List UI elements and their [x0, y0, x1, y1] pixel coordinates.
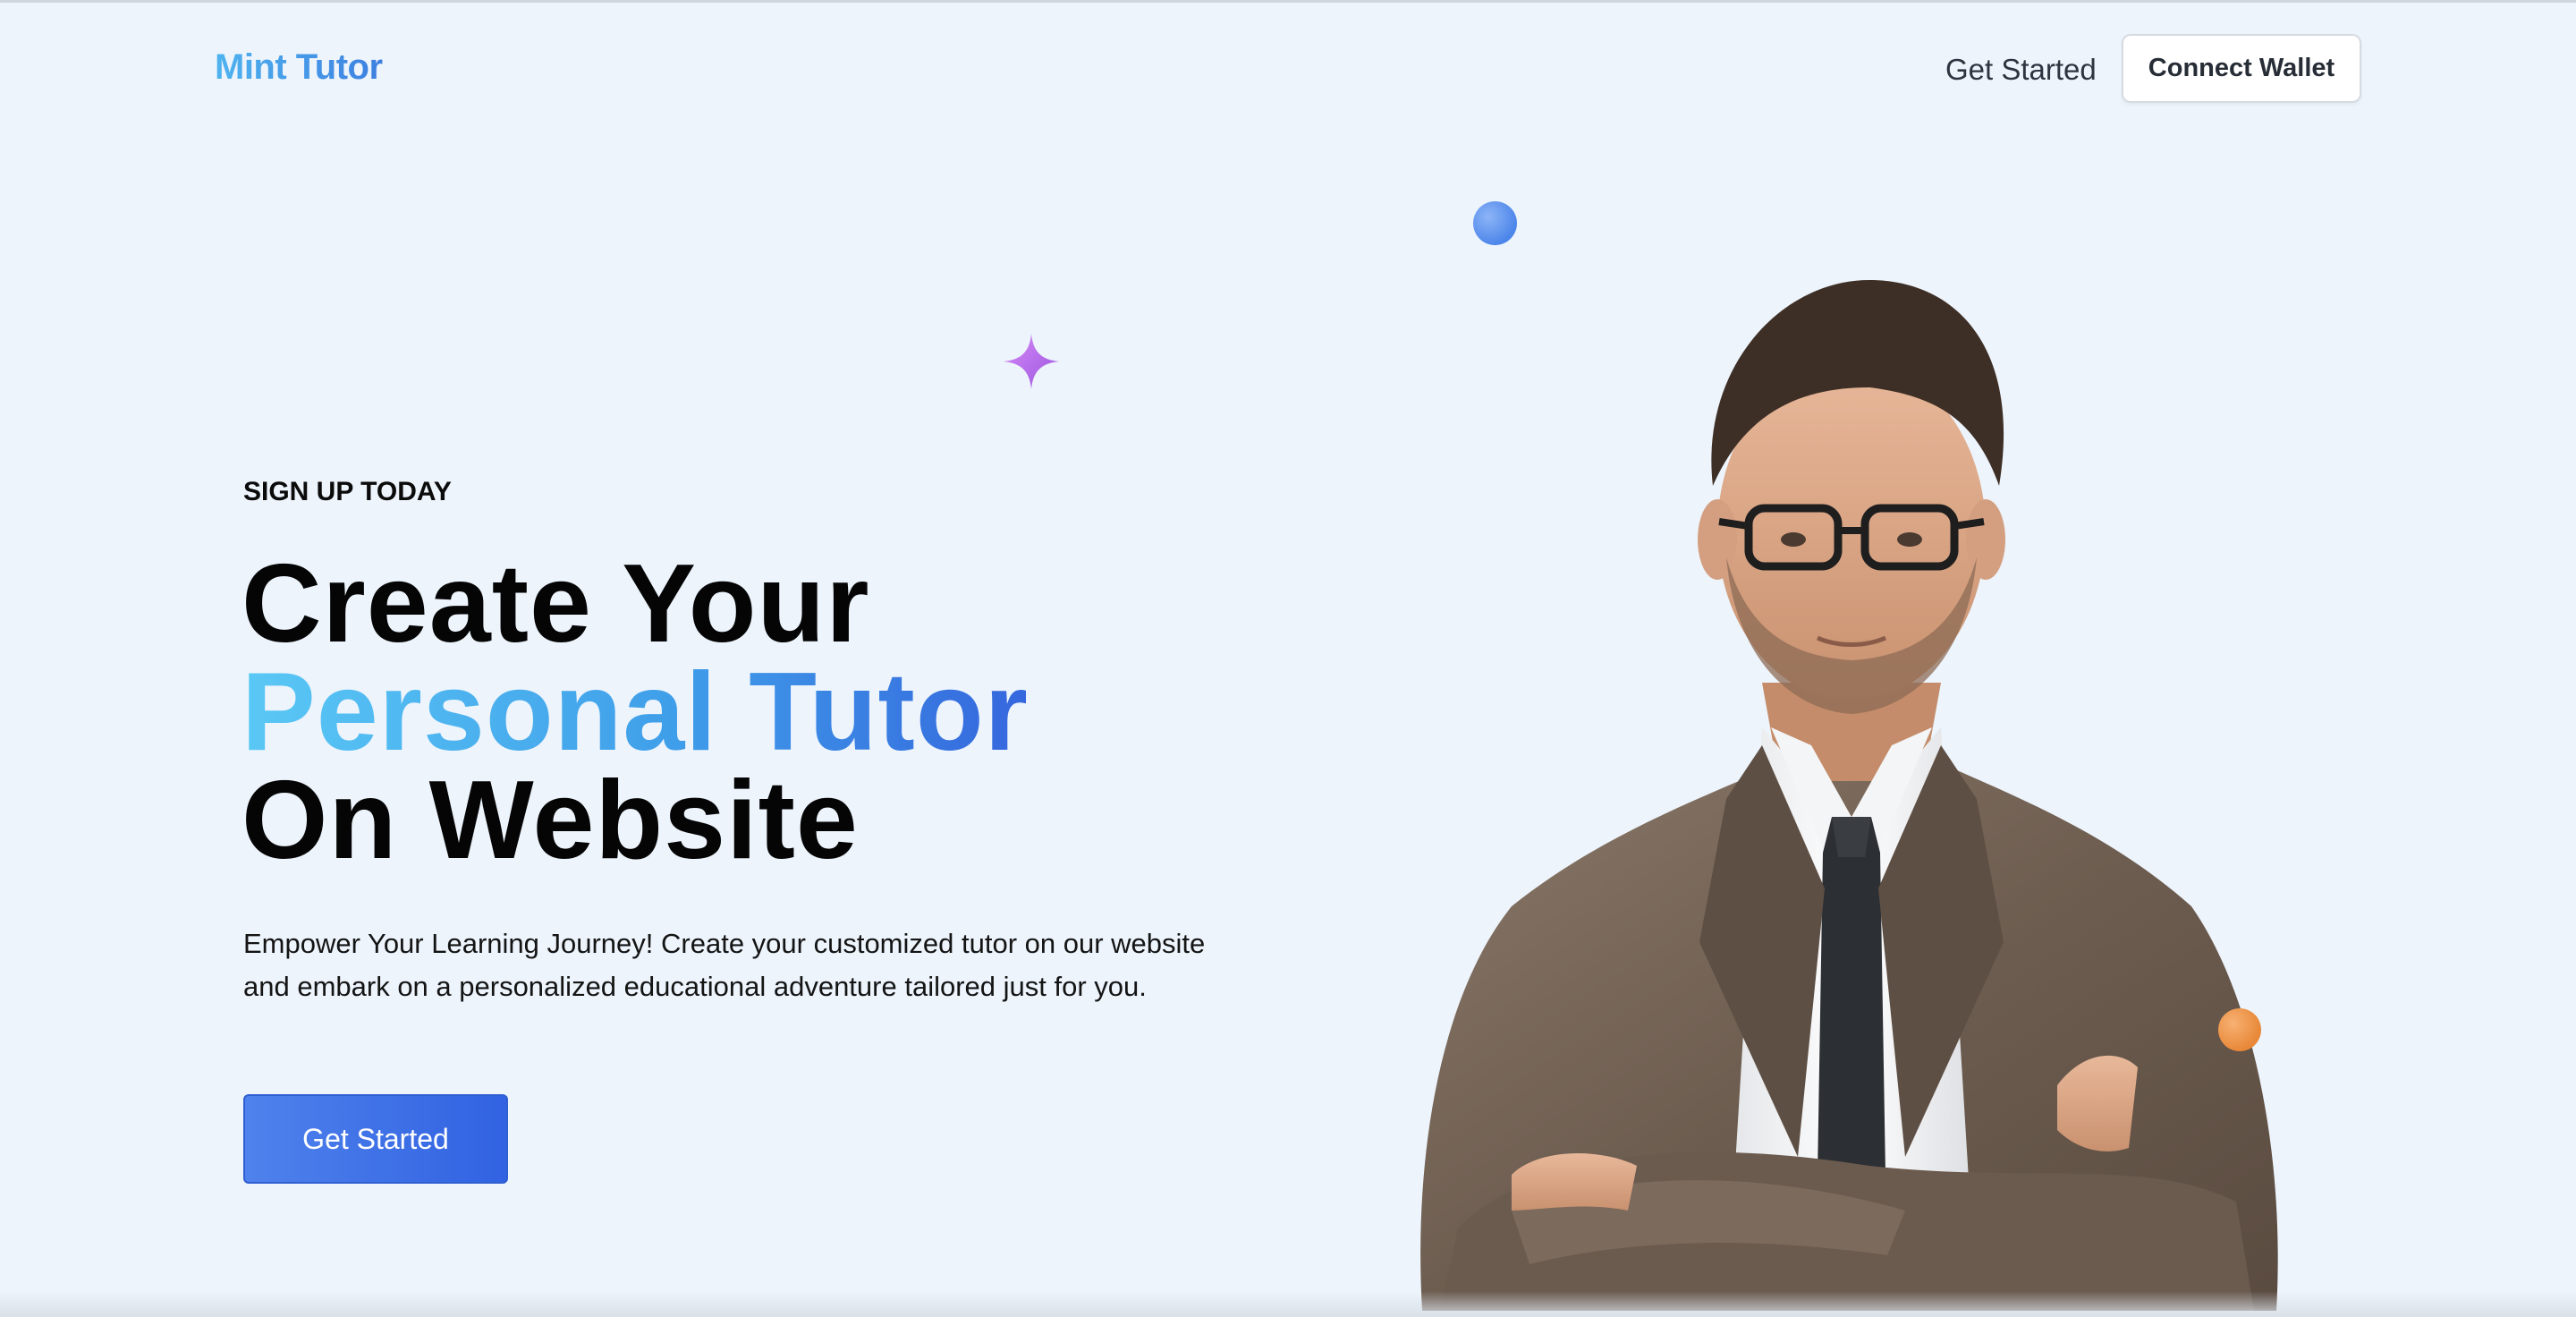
blue-dot [1473, 201, 1517, 245]
logo[interactable]: Mint Tutor [215, 47, 383, 88]
headline-line-2: Personal Tutor [242, 650, 1029, 774]
get-started-button[interactable]: Get Started [243, 1094, 508, 1184]
hero-eyebrow: SIGN UP TODAY [243, 477, 452, 506]
hero-headline: Create Your Personal Tutor On Website [242, 542, 1029, 882]
headline-line-1: Create Your [242, 542, 870, 666]
orange-dot [2218, 1008, 2261, 1051]
hero-description: Empower Your Learning Journey! Create yo… [243, 928, 1206, 1002]
bottom-fade [0, 1291, 2576, 1317]
connect-wallet-button[interactable]: Connect Wallet [2122, 34, 2361, 103]
top-nav: Mint Tutor Get Started Connect Wallet [0, 3, 2576, 137]
headline-line-3: On Website [242, 759, 859, 882]
hero-person-image [1420, 280, 2278, 1311]
nav-get-started-link[interactable]: Get Started [1945, 53, 2097, 87]
sparkle-icon [1004, 334, 1059, 389]
